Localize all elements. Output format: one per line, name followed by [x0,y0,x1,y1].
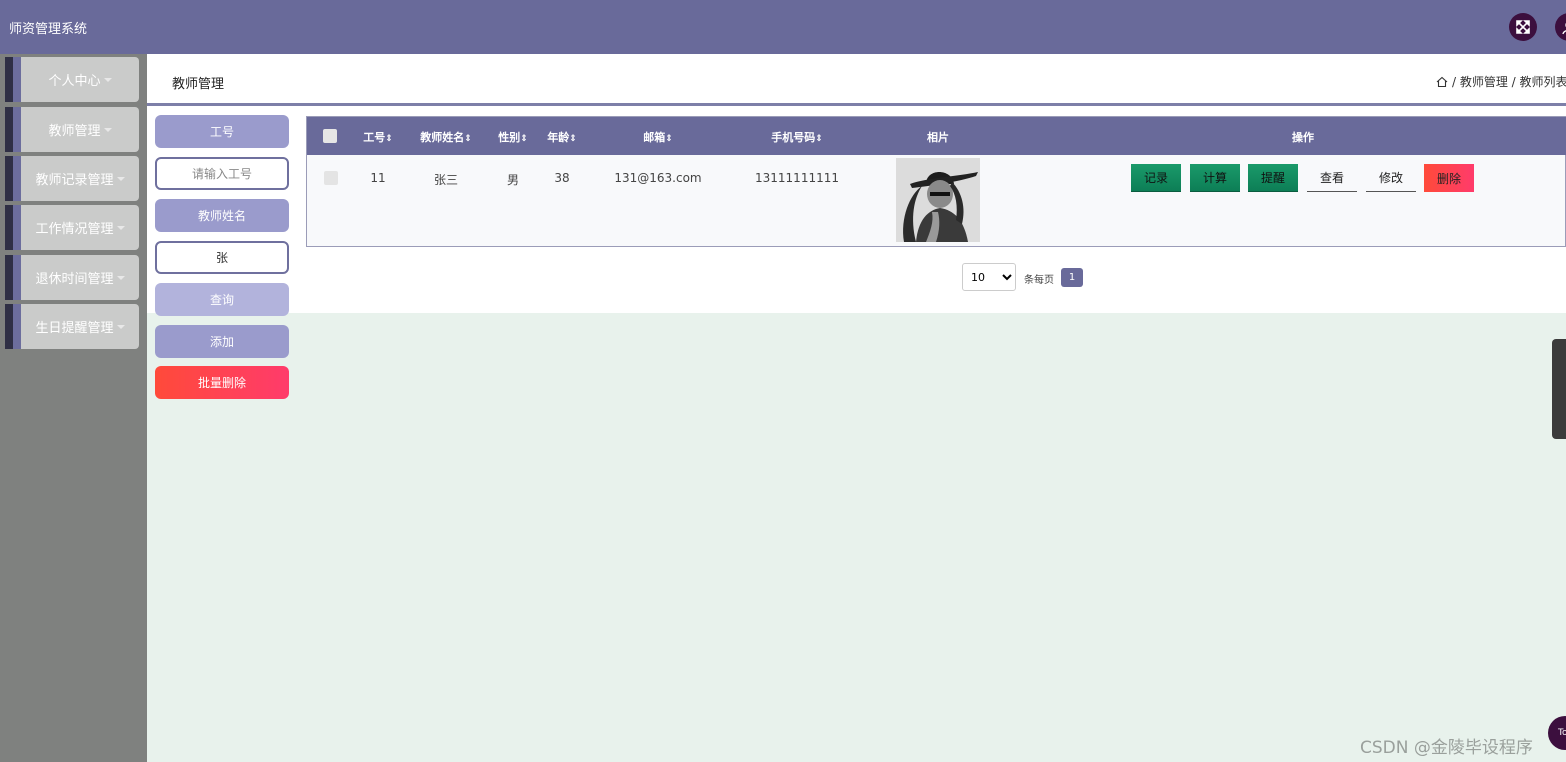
page-size-select[interactable]: 10 20 50 100 [962,263,1016,291]
delete-button[interactable]: 删除 [1424,164,1474,192]
watermark: CSDN @金陵毕设程序 [1360,738,1533,758]
chevron-down-icon [116,275,125,280]
sort-icon[interactable]: ⇕ [569,134,577,144]
breadcrumb: / 教师管理 / 教师列表 [1436,73,1566,90]
sidebar-item-label: 个人中心 [48,74,101,89]
column-header-photo: 相片 [927,131,949,144]
sort-icon[interactable]: ⇕ [815,134,823,144]
select-all-checkbox[interactable] [323,129,337,143]
query-button[interactable]: 查询 [155,283,289,316]
column-header-gender[interactable]: 性别⇕ [498,129,528,145]
column-header-name[interactable]: 教师姓名⇕ [420,129,472,145]
user-icon[interactable] [1555,13,1566,41]
teacher-table: 工号⇕ 教师姓名⇕ 性别⇕ 年龄⇕ 邮箱⇕ 手机号码⇕ 相片 操作 11 张三 … [306,116,1566,247]
teacher-photo [896,158,980,242]
top-bar: 师资管理系统 [0,0,1566,54]
column-header-actions: 操作 [1292,131,1314,144]
sidebar-item-label: 退休时间管理 [35,272,114,287]
remind-button[interactable]: 提醒 [1248,164,1298,192]
page-number-button[interactable]: 1 [1061,268,1083,287]
chevron-down-icon [116,176,125,181]
teacher-id-input[interactable] [155,157,289,190]
page-title: 教师管理 [172,77,225,92]
row-checkbox[interactable] [324,171,338,185]
column-header-id[interactable]: 工号⇕ [363,129,393,145]
chevron-down-icon [103,127,112,132]
column-header-age[interactable]: 年龄⇕ [547,129,577,145]
calculate-button[interactable]: 计算 [1190,164,1240,192]
back-to-top-button[interactable]: To [1548,716,1566,750]
page-header: 教师管理 / 教师管理 / 教师列表 [147,54,1566,103]
record-button[interactable]: 记录 [1131,164,1181,192]
batch-delete-button[interactable]: 批量删除 [155,366,289,399]
sort-icon[interactable]: ⇕ [665,134,673,144]
sidebar-item-retirement[interactable]: 退休时间管理 [5,255,139,300]
app-title: 师资管理系统 [9,22,88,37]
breadcrumb-path[interactable]: / 教师管理 / 教师列表 [1452,73,1566,90]
sidebar-item-label: 教师记录管理 [35,173,114,188]
sidebar: 个人中心 教师管理 教师记录管理 工作情况管理 退休时间管理 生日提醒管理 [0,54,147,762]
table-header: 工号⇕ 教师姓名⇕ 性别⇕ 年龄⇕ 邮箱⇕ 手机号码⇕ 相片 操作 [307,117,1566,155]
view-button[interactable]: 查看 [1307,164,1357,192]
home-icon[interactable] [1436,76,1448,88]
column-header-email[interactable]: 邮箱⇕ [643,129,673,145]
sidebar-item-birthday-reminder[interactable]: 生日提醒管理 [5,304,139,349]
sort-icon[interactable]: ⇕ [464,134,472,144]
chevron-down-icon [116,324,125,329]
side-drawer-handle[interactable] [1552,339,1566,439]
cell-id: 11 [370,171,386,185]
chevron-down-icon [103,77,112,82]
cell-name: 张三 [433,173,459,187]
teacher-name-label: 教师姓名 [155,199,289,232]
sidebar-item-teacher-records[interactable]: 教师记录管理 [5,156,139,201]
sidebar-item-teacher-management[interactable]: 教师管理 [5,107,139,152]
add-button[interactable]: 添加 [155,325,289,358]
sidebar-item-label: 生日提醒管理 [35,321,114,336]
fullscreen-icon[interactable] [1509,13,1537,41]
teacher-id-label: 工号 [155,115,289,148]
chevron-down-icon [116,225,125,230]
sort-icon[interactable]: ⇕ [385,134,393,144]
cell-email: 131@163.com [614,171,702,185]
sidebar-item-label: 工作情况管理 [35,222,114,237]
column-header-phone[interactable]: 手机号码⇕ [771,129,823,145]
cell-phone: 13111111111 [755,171,839,185]
sidebar-item-work-status[interactable]: 工作情况管理 [5,205,139,250]
sort-icon[interactable]: ⇕ [520,134,528,144]
cell-gender: 男 [506,173,520,187]
edit-button[interactable]: 修改 [1366,164,1416,192]
sidebar-item-personal-center[interactable]: 个人中心 [5,57,139,102]
cell-age: 38 [554,171,570,185]
per-page-label: 条每页 [1024,275,1054,286]
sidebar-item-label: 教师管理 [48,124,101,139]
teacher-name-input[interactable] [155,241,289,274]
